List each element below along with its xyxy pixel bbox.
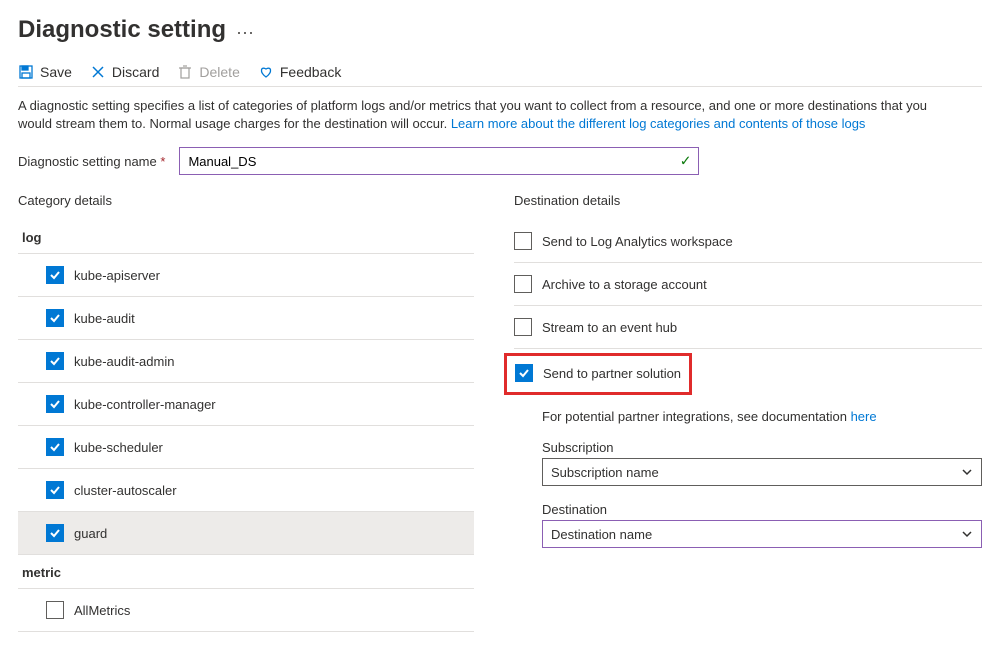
- delete-label: Delete: [199, 64, 239, 80]
- checkbox[interactable]: [46, 309, 64, 327]
- discard-button[interactable]: Discard: [90, 64, 159, 80]
- save-label: Save: [40, 64, 72, 80]
- destination-row-label: Stream to an event hub: [542, 320, 677, 335]
- destination-row-label: Send to Log Analytics workspace: [542, 234, 733, 249]
- subscription-value: Subscription name: [551, 465, 659, 480]
- log-category-row-label: cluster-autoscaler: [74, 483, 177, 498]
- destination-heading: Destination details: [514, 193, 982, 208]
- feedback-button[interactable]: Feedback: [258, 64, 341, 80]
- destination-row-label: Send to partner solution: [543, 366, 681, 381]
- valid-check-icon: ✓: [680, 153, 692, 170]
- destination-row-label: Archive to a storage account: [542, 277, 707, 292]
- destination-row[interactable]: Send to partner solution: [515, 360, 681, 386]
- partner-doc-link[interactable]: here: [851, 409, 877, 424]
- subscription-label: Subscription: [514, 434, 982, 458]
- toolbar: Save Discard Delete Feedback: [18, 50, 982, 87]
- log-category-row[interactable]: cluster-autoscaler: [18, 469, 474, 512]
- log-category-row[interactable]: guard: [18, 512, 474, 555]
- more-icon[interactable]: ⋯: [236, 23, 256, 44]
- checkbox[interactable]: [515, 364, 533, 382]
- name-label-text: Diagnostic setting name: [18, 154, 157, 169]
- category-heading: Category details: [18, 193, 474, 208]
- page-title: Diagnostic setting: [18, 16, 226, 44]
- discard-label: Discard: [112, 64, 159, 80]
- checkbox[interactable]: [514, 275, 532, 293]
- trash-icon: [177, 64, 193, 80]
- subscription-dropdown[interactable]: Subscription name: [542, 458, 982, 486]
- category-column: Category details log kube-apiserver kube-…: [18, 193, 474, 632]
- checkbox[interactable]: [46, 438, 64, 456]
- checkbox[interactable]: [46, 524, 64, 542]
- log-category-row[interactable]: kube-controller-manager: [18, 383, 474, 426]
- log-category-row[interactable]: kube-scheduler: [18, 426, 474, 469]
- delete-button: Delete: [177, 64, 239, 80]
- log-category-row-label: guard: [74, 526, 107, 541]
- save-icon: [18, 64, 34, 80]
- chevron-down-icon: [961, 528, 973, 540]
- destination-field-label: Destination: [514, 496, 982, 520]
- destination-row[interactable]: Send to Log Analytics workspace: [514, 220, 982, 263]
- destination-dropdown[interactable]: Destination name: [542, 520, 982, 548]
- chevron-down-icon: [961, 466, 973, 478]
- feedback-label: Feedback: [280, 64, 341, 80]
- checkbox[interactable]: [514, 318, 532, 336]
- close-icon: [90, 64, 106, 80]
- log-category-row-label: kube-controller-manager: [74, 397, 216, 412]
- name-label: Diagnostic setting name *: [18, 154, 165, 169]
- learn-more-link[interactable]: Learn more about the different log categ…: [451, 116, 866, 131]
- destination-column: Destination details Send to Log Analytic…: [514, 193, 982, 632]
- checkbox[interactable]: [46, 601, 64, 619]
- heart-icon: [258, 64, 274, 80]
- highlighted-destination: Send to partner solution: [504, 353, 692, 395]
- checkbox[interactable]: [46, 395, 64, 413]
- log-category-row[interactable]: kube-apiserver: [18, 254, 474, 297]
- destination-row[interactable]: Stream to an event hub: [514, 306, 982, 349]
- metric-category-row[interactable]: AllMetrics: [18, 589, 474, 632]
- checkbox[interactable]: [514, 232, 532, 250]
- partner-note: For potential partner integrations, see …: [514, 405, 982, 434]
- destination-row[interactable]: Archive to a storage account: [514, 263, 982, 306]
- log-category-row-label: kube-audit-admin: [74, 354, 174, 369]
- description-text: A diagnostic setting specifies a list of…: [18, 97, 938, 133]
- checkbox[interactable]: [46, 352, 64, 370]
- log-category-row-label: kube-audit: [74, 311, 135, 326]
- save-button[interactable]: Save: [18, 64, 72, 80]
- log-category-row-label: kube-apiserver: [74, 268, 160, 283]
- metric-category-row-label: AllMetrics: [74, 603, 130, 618]
- checkbox[interactable]: [46, 481, 64, 499]
- metric-subheading: metric: [18, 555, 474, 589]
- log-category-row[interactable]: kube-audit: [18, 297, 474, 340]
- required-star: *: [160, 154, 165, 169]
- checkbox[interactable]: [46, 266, 64, 284]
- diagnostic-name-input[interactable]: [179, 147, 699, 175]
- log-subheading: log: [18, 220, 474, 254]
- log-category-row[interactable]: kube-audit-admin: [18, 340, 474, 383]
- partner-note-text: For potential partner integrations, see …: [542, 409, 851, 424]
- log-category-row-label: kube-scheduler: [74, 440, 163, 455]
- destination-value: Destination name: [551, 527, 652, 542]
